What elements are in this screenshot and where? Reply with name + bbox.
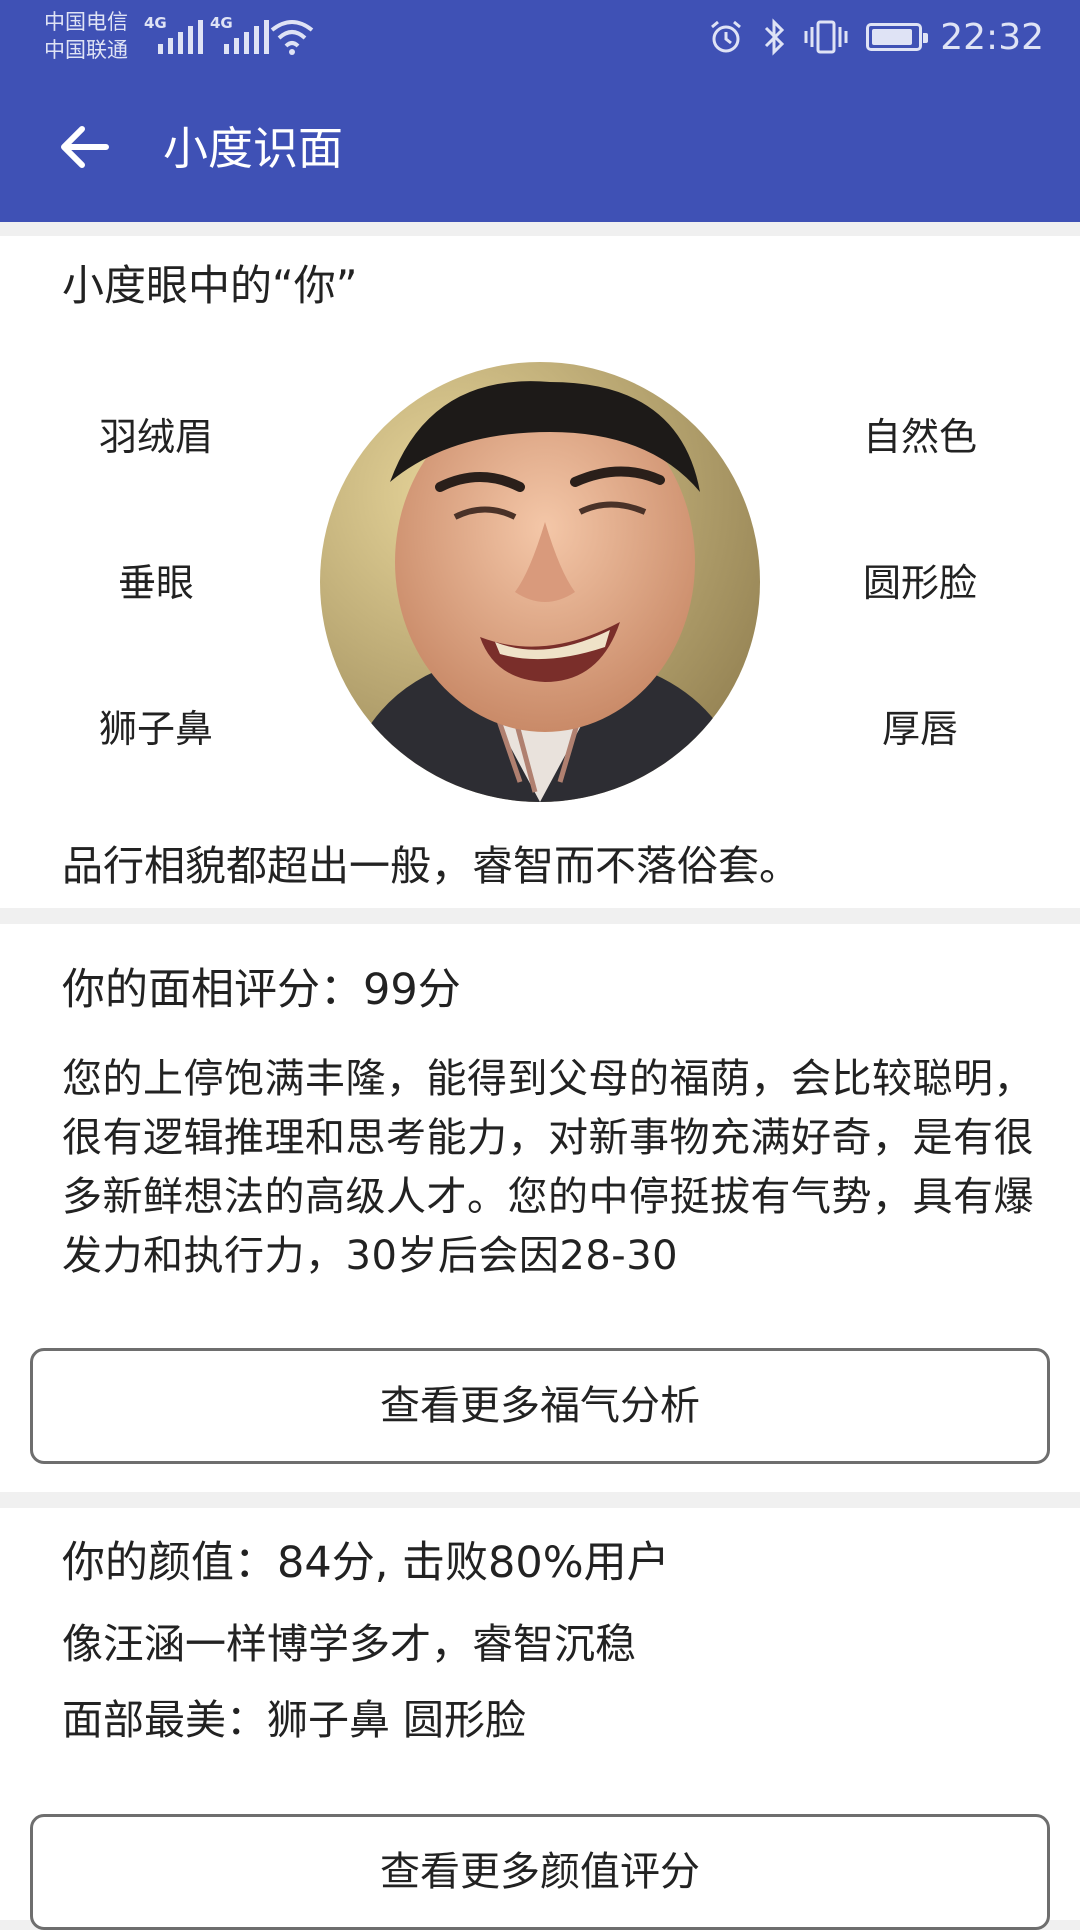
signal-icon-1: 4G [144, 14, 203, 54]
network-type-2: 4G [210, 14, 233, 32]
feature-label-right-3: 厚唇 [881, 707, 958, 751]
carrier-2: 中国联通 [44, 38, 128, 62]
clock: 22:32 [940, 16, 1044, 58]
celebrity-comparison: 像汪涵一样博学多才，睿智沉稳 [62, 1620, 636, 1668]
feature-label-right-1: 自然色 [862, 415, 977, 459]
alarm-icon [711, 20, 742, 53]
arrow-left-icon[interactable] [56, 119, 112, 175]
face-features-card: 小度眼中的“你” 羽绒眉 垂眼 狮子鼻 自然色 圆形脸 厚唇 品行相貌都超出一般… [0, 236, 1080, 908]
card-heading: 小度眼中的“你” [62, 261, 358, 310]
beauty-card: 你的颜值：84分, 击败80%用户 像汪涵一样博学多才，睿智沉稳 面部最美：狮子… [0, 1508, 1080, 1930]
more-beauty-button[interactable]: 查看更多颜值评分 [30, 1814, 1050, 1930]
vibrate-icon [804, 20, 848, 54]
feature-label-left-3: 狮子鼻 [98, 707, 213, 751]
battery-icon [866, 23, 929, 51]
face-summary: 品行相貌都超出一般，睿智而不落俗套。 [62, 842, 800, 890]
feature-label-left-1: 羽绒眉 [98, 415, 213, 459]
fortune-analysis-text: 您的上停饱满丰隆，能得到父母的福荫，会比较聪明，很有逻辑推理和思考能力，对新事物… [62, 1056, 1034, 1279]
fortune-card: 你的面相评分：99分 您的上停饱满丰隆，能得到父母的福荫，会比较聪明，很有逻辑推… [0, 924, 1080, 1492]
feature-label-right-2: 圆形脸 [862, 561, 977, 605]
signal-icon-2: 4G [210, 14, 269, 54]
battery-level [872, 29, 912, 45]
status-right-group: 22:32 [708, 14, 1044, 60]
carrier-1: 中国电信 [44, 10, 128, 34]
best-features: 面部最美：狮子鼻 圆形脸 [62, 1696, 527, 1744]
page-title: 小度识面 [163, 122, 344, 175]
beauty-score: 你的颜值：84分, 击败80%用户 [62, 1538, 670, 1588]
wifi-icon [270, 20, 314, 55]
app-bar: 小度识面 [0, 75, 1080, 222]
status-bar: 中国电信 中国联通 4G 4G 22:32 [0, 0, 1080, 75]
more-fortune-button[interactable]: 查看更多福气分析 [30, 1348, 1050, 1464]
feature-label-left-2: 垂眼 [117, 561, 194, 605]
face-photo [320, 362, 760, 802]
network-type-1: 4G [144, 14, 167, 32]
face-score: 你的面相评分：99分 [62, 965, 461, 1015]
carrier-info: 中国电信 中国联通 [44, 8, 128, 64]
bluetooth-icon [765, 18, 785, 56]
